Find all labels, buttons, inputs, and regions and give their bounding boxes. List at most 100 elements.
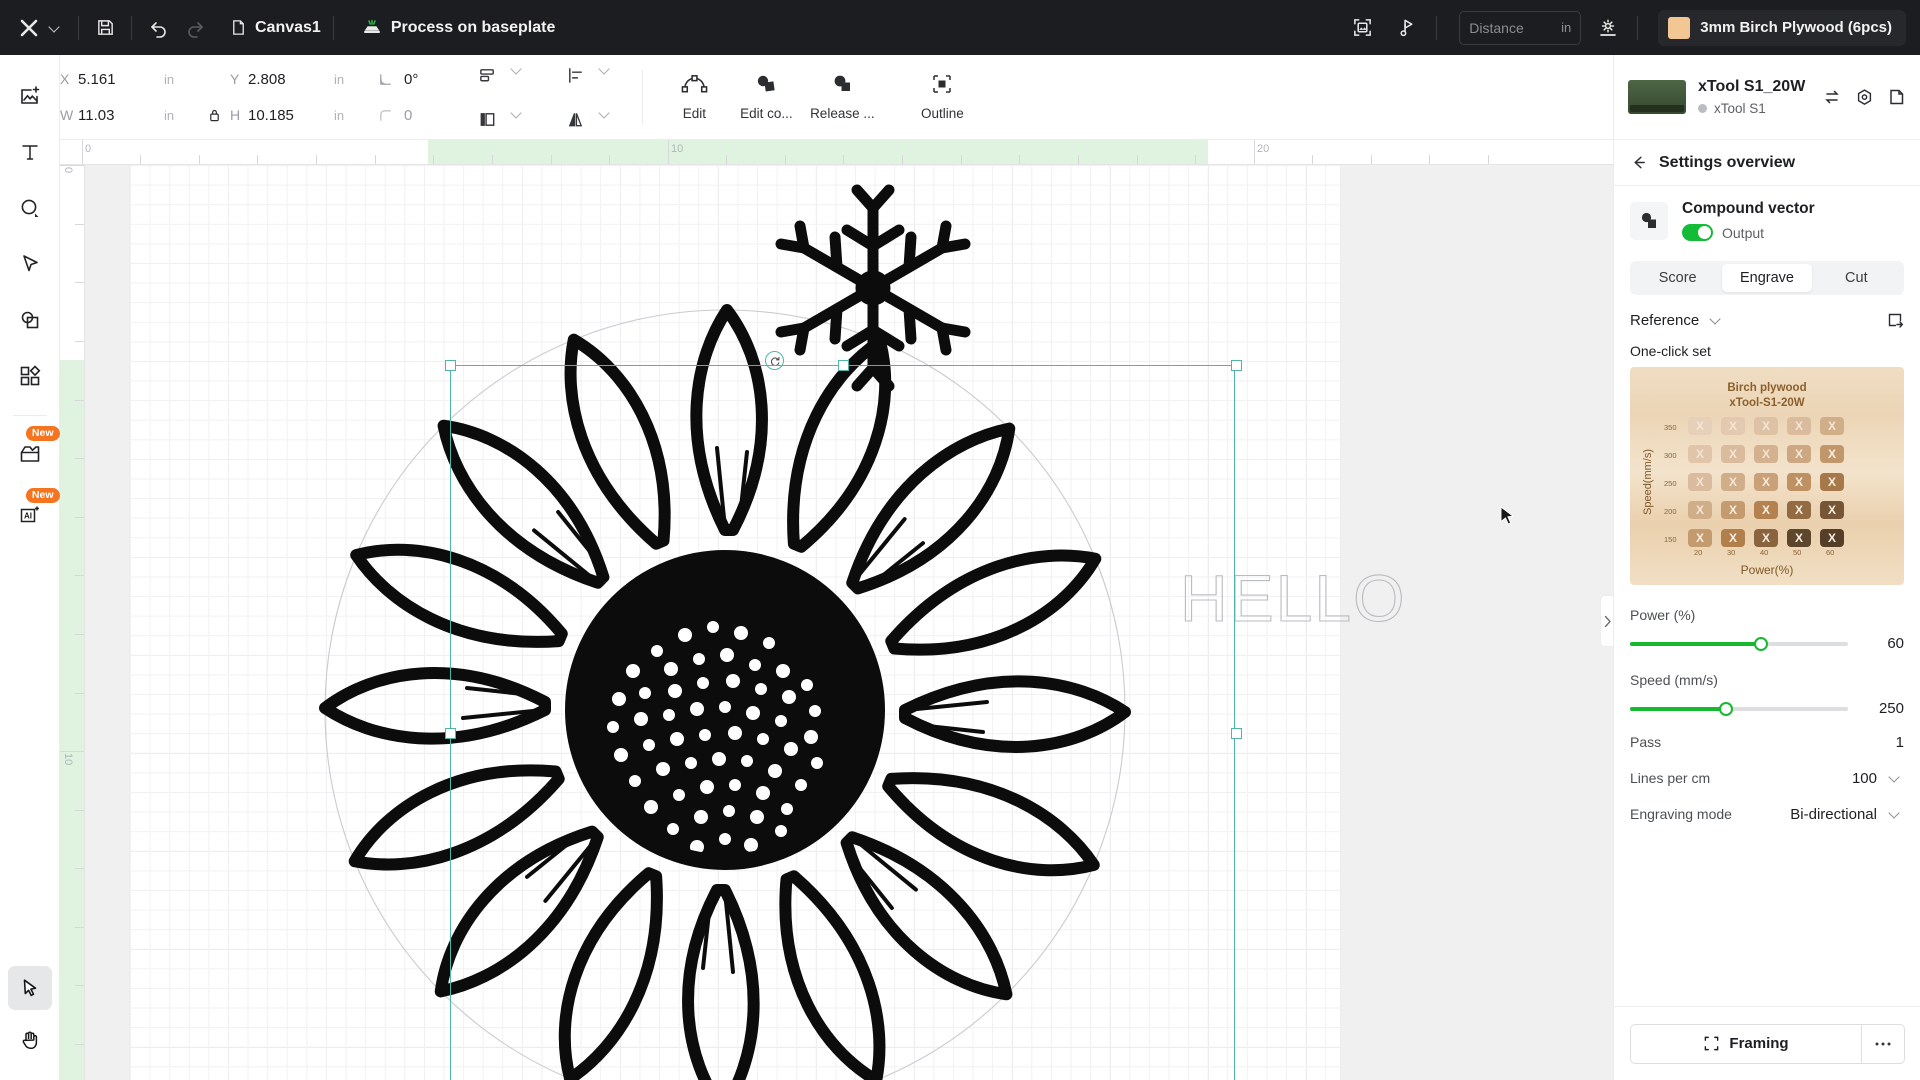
selection-bounding-box[interactable] [445, 360, 1242, 1080]
speed-label: Speed (mm/s) [1630, 672, 1718, 688]
resize-handle-n[interactable] [838, 360, 849, 371]
horizontal-ruler[interactable]: 0 10 20 [60, 140, 1613, 165]
chevron-down-icon[interactable] [1886, 769, 1904, 787]
arrow-left-icon[interactable] [1630, 154, 1647, 171]
h-value[interactable]: 10.185 [248, 107, 334, 124]
engraving-mode-value[interactable]: Bi-directional [1790, 806, 1877, 823]
order-icon[interactable] [470, 105, 504, 133]
power-value[interactable]: 60 [1858, 635, 1904, 652]
speed-slider[interactable] [1630, 701, 1848, 716]
chevron-down-icon[interactable] [46, 19, 64, 37]
corner-radius-icon [378, 108, 404, 123]
framing-image-icon[interactable] [1344, 10, 1380, 46]
chevron-down-icon[interactable] [596, 61, 616, 89]
pass-value[interactable]: 1 [1896, 734, 1904, 751]
chevron-down-icon[interactable] [508, 105, 528, 133]
power-slider-knob[interactable] [1753, 636, 1768, 651]
save-icon[interactable] [91, 18, 119, 37]
w-unit: in [164, 107, 175, 123]
ruler-label-10: 10 [671, 143, 684, 155]
chart-cell: X [1787, 529, 1811, 547]
material-chip[interactable]: 3mm Birch Plywood (6pcs) [1658, 9, 1906, 46]
hand-pan-icon[interactable] [8, 1018, 52, 1062]
tab-score[interactable]: Score [1633, 264, 1722, 292]
sidebar-item-materials[interactable]: New [8, 426, 60, 476]
sidebar-item-elements[interactable] [8, 353, 52, 399]
chart-cell: X [1721, 501, 1745, 519]
chart-ytick-250: 250 [1664, 479, 1677, 488]
chevron-down-icon[interactable] [1707, 311, 1725, 329]
align-left-icon[interactable] [558, 61, 592, 89]
resize-handle-w[interactable] [445, 728, 456, 739]
save-preset-icon[interactable] [1888, 88, 1906, 106]
corner-radius-value[interactable]: 0 [404, 107, 412, 124]
undo-icon[interactable] [144, 18, 174, 38]
power-slider[interactable] [1630, 636, 1848, 651]
lock-ratio-icon[interactable] [208, 108, 230, 123]
align-icon[interactable] [470, 61, 504, 89]
design-board[interactable]: HELLO [85, 165, 1613, 1080]
chart-cell: X [1820, 473, 1844, 491]
release-compound-button[interactable]: Release ... [807, 73, 877, 121]
panel-collapse-toggle[interactable] [1600, 595, 1614, 647]
sidebar-item-ai[interactable]: AI New [8, 488, 60, 538]
chart-cell: X [1688, 445, 1712, 463]
lines-per-cm-value[interactable]: 100 [1852, 770, 1877, 787]
speed-value[interactable]: 250 [1858, 700, 1904, 717]
sidebar-item-text[interactable] [8, 129, 52, 175]
canvas-area[interactable]: 0 10 20 0 10 HELLO [60, 140, 1613, 1080]
device-settings-icon[interactable] [1855, 88, 1874, 107]
output-toggle[interactable] [1682, 224, 1713, 241]
angle-value[interactable]: 0° [404, 71, 418, 88]
property-toolbar: X 5.161 in Y 2.808 in 0° W 11.03 in H 10… [0, 55, 1613, 140]
cursor-arrow-icon[interactable] [8, 966, 52, 1010]
w-value[interactable]: 11.03 [78, 107, 164, 124]
chevron-down-icon[interactable] [1886, 805, 1904, 823]
app-logo[interactable] [12, 11, 46, 45]
save-reference-icon[interactable] [1886, 311, 1904, 329]
edit-nodes-button[interactable]: Edit [663, 73, 725, 121]
chart-cell: X [1754, 529, 1778, 547]
chart-cell: X [1721, 529, 1745, 547]
distance-input[interactable]: Distance in [1459, 10, 1582, 45]
process-mode-button[interactable]: Process on baseplate [362, 18, 555, 38]
svg-text:AI: AI [24, 511, 32, 520]
outline-button[interactable]: Outline [907, 73, 977, 121]
tab-cut[interactable]: Cut [1812, 264, 1901, 292]
redo-icon[interactable] [180, 18, 210, 38]
chevron-down-icon[interactable] [508, 61, 528, 89]
chevron-down-icon[interactable] [596, 105, 616, 133]
chart-cell: X [1688, 417, 1712, 435]
flip-horizontal-icon[interactable] [558, 105, 592, 133]
one-click-set-label: One-click set [1630, 343, 1711, 359]
y-value[interactable]: 2.808 [248, 71, 334, 88]
material-test-chart[interactable]: Birch plywood xTool-S1-20W Speed(mm/s) P… [1630, 367, 1904, 585]
edit-contour-button[interactable]: Edit co... [735, 73, 797, 121]
resize-handle-e[interactable] [1231, 728, 1242, 739]
resize-handle-ne[interactable] [1231, 360, 1242, 371]
sidebar-item-image[interactable] [8, 73, 52, 119]
document-title[interactable]: Canvas1 [230, 19, 321, 37]
sidebar-item-boolean[interactable] [8, 297, 52, 343]
sidebar-item-shape[interactable] [8, 185, 52, 231]
set-origin-icon[interactable] [1388, 10, 1424, 46]
x-value[interactable]: 5.161 [78, 71, 164, 88]
chart-cell: X [1721, 417, 1745, 435]
vertical-ruler[interactable]: 0 10 [60, 165, 85, 1080]
divider [78, 15, 79, 40]
speed-slider-row: 250 [1630, 700, 1904, 717]
framing-button[interactable]: Framing [1630, 1023, 1861, 1064]
reference-label[interactable]: Reference [1630, 312, 1699, 329]
sidebar-item-draw[interactable] [8, 241, 52, 287]
node-edit-icon [681, 73, 708, 95]
output-label: Output [1722, 224, 1765, 241]
material-name-label: 3mm Birch Plywood (6pcs) [1700, 19, 1892, 36]
machine-settings-icon[interactable] [1591, 11, 1625, 45]
framing-more-button[interactable] [1861, 1023, 1905, 1064]
device-status-label: xTool S1 [1714, 101, 1766, 116]
switch-device-icon[interactable] [1823, 88, 1841, 106]
resize-handle-nw[interactable] [445, 360, 456, 371]
speed-slider-knob[interactable] [1718, 701, 1733, 716]
ruler-label-0: 0 [85, 143, 92, 155]
tab-engrave[interactable]: Engrave [1722, 264, 1812, 292]
